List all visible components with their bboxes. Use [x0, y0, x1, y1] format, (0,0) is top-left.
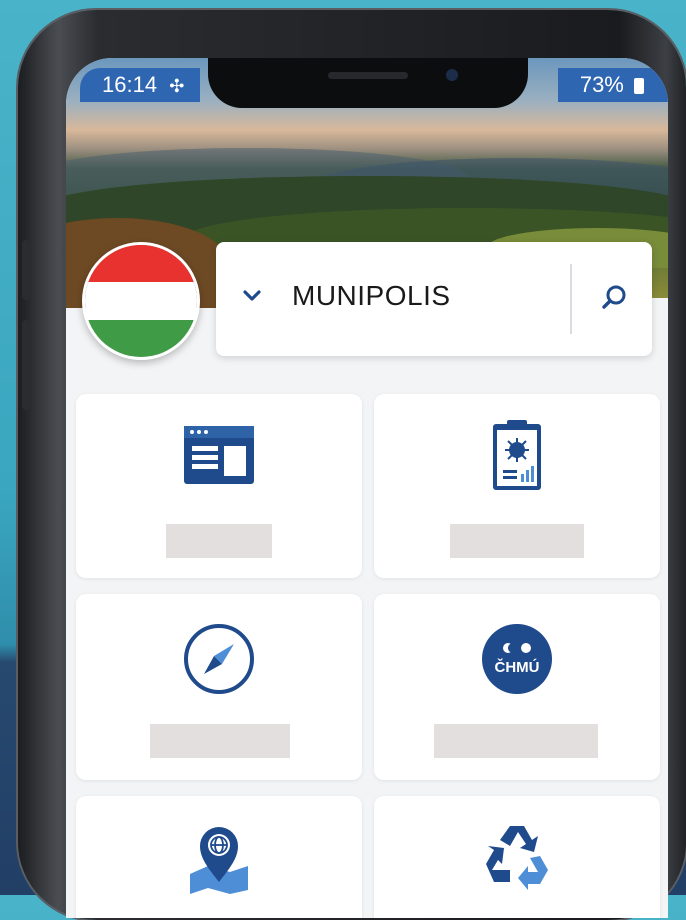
status-bar: 16:14 ✣ 73%: [66, 58, 668, 108]
search-divider: [570, 264, 572, 334]
tile-label-placeholder: [450, 524, 584, 558]
app-screen: 16:14 ✣ 73% MUNIPOLIS ČHMÚ: [66, 58, 668, 918]
phone-notch: [208, 58, 528, 108]
search-icon[interactable]: [598, 282, 630, 314]
tile-recycling[interactable]: [374, 796, 660, 918]
chmu-weather-icon: ČHMÚ: [482, 624, 552, 694]
status-time-pill: 16:14 ✣: [80, 68, 201, 102]
tile-label-placeholder: [166, 524, 272, 558]
news-webpage-icon: [184, 426, 254, 484]
battery-icon: [634, 78, 644, 94]
chevron-down-icon[interactable]: [240, 284, 264, 308]
tile-map[interactable]: [76, 796, 362, 918]
municipality-name[interactable]: MUNIPOLIS: [292, 280, 451, 312]
tile-navigation[interactable]: [76, 594, 362, 780]
status-battery-pill: 73%: [557, 68, 668, 102]
municipality-selector[interactable]: MUNIPOLIS: [216, 242, 652, 356]
tile-covid-report[interactable]: [374, 394, 660, 578]
speaker-grille: [328, 72, 408, 79]
slack-icon: ✣: [169, 76, 185, 96]
tile-chmu-weather[interactable]: ČHMÚ: [374, 594, 660, 780]
volume-up-button: [22, 240, 30, 300]
tile-label-placeholder: [150, 724, 290, 758]
front-camera: [446, 69, 458, 81]
tile-label-placeholder: [434, 724, 598, 758]
volume-down-button: [22, 320, 30, 410]
battery-percent: 73%: [579, 72, 624, 97]
phone-frame: 16:14 ✣ 73% MUNIPOLIS ČHMÚ: [18, 10, 686, 920]
map-location-icon: [190, 827, 248, 894]
status-time: 16:14: [102, 72, 158, 97]
chmu-icon-text: ČHMÚ: [495, 658, 540, 676]
tile-news[interactable]: [76, 394, 362, 578]
compass-icon: [184, 624, 254, 694]
recycling-icon: [486, 826, 548, 890]
hungary-flag-icon[interactable]: [82, 242, 200, 360]
covid-report-icon: [493, 420, 541, 490]
